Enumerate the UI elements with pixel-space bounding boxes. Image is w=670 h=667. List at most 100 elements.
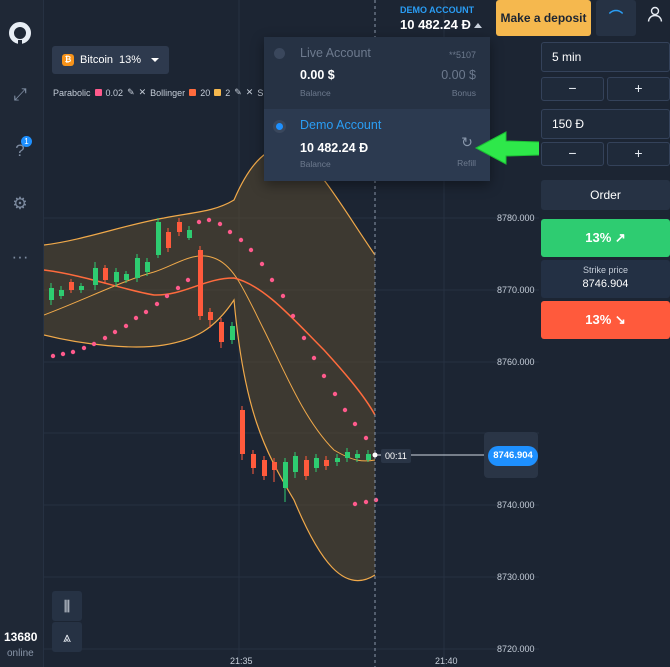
price-axis-label: 8760.000 [497,357,535,367]
deposit-button[interactable]: Make a deposit [496,0,591,36]
candle-body [219,322,224,342]
sar-dot [60,351,66,357]
candle-body [93,268,98,285]
sar-dot [301,335,307,341]
asset-payout: 13% [119,54,142,66]
candle-body [166,232,171,248]
candle-body [262,460,267,476]
call-button[interactable]: 13% ↗ [541,219,670,257]
sar-dot [352,421,358,427]
sar-dot [280,293,286,299]
amount-minus-button[interactable]: − [541,142,604,166]
trading-app: ⤢ ? 1 ⚙ ··· 13680 online ₿ Bitcoin 13% P… [0,0,670,667]
strike-label: Strike price [582,265,628,275]
sar-dot [332,391,338,397]
candle-body [251,454,256,468]
time-axis-label: 21:40 [435,656,458,666]
demo-account-option[interactable]: Demo Account 10 482.24 Đ Balance ↻ Refil… [264,109,490,181]
indicator-list: Parabolic 0.02 ✎ ✕ Bollinger 20 2 ✎ ✕ SM… [53,87,277,98]
trade-panel: 5 min − + 150 Đ − + Order 13% ↗ Strike p… [539,36,670,667]
duration-minus-button[interactable]: − [541,77,604,101]
account-name: Demo Account [300,118,382,132]
sar-dot [81,345,87,351]
price-axis-label: 8730.000 [497,572,535,582]
sar-dot [185,277,191,283]
sar-dot [91,341,97,347]
candle-body [79,286,84,290]
candle-body [345,452,350,458]
put-button[interactable]: 13% ↘ [541,301,670,339]
sar-dot [206,217,212,223]
bonus-label: Bonus [451,88,476,98]
indicator-value: 20 [200,87,211,98]
order-title: Order [541,180,670,210]
sar-dot [123,323,129,329]
sar-dot [311,355,317,361]
asset-selector[interactable]: ₿ Bitcoin 13% [52,46,170,74]
chart-type-icon[interactable]: ⫼ [52,591,82,621]
amount-plus-button[interactable]: + [607,142,670,166]
candle-body [283,462,288,488]
balance-label: Balance [300,88,331,98]
notifications-icon[interactable]: ⌒ [596,0,636,36]
close-icon[interactable]: ✕ [246,87,254,98]
bonus-value: 0.00 $ [441,68,476,82]
account-id: **5107 [448,50,476,60]
strike-value: 8746.904 [582,278,629,290]
settings-icon[interactable]: ⚙ [9,193,31,215]
close-icon[interactable]: ✕ [139,87,147,98]
expand-icon[interactable]: ⤢ [9,84,31,106]
indicator-name: Parabolic [53,87,91,98]
strike-price-box: Strike price 8746.904 [541,260,670,298]
candle-body [59,290,64,296]
candle-body [69,282,74,290]
logo[interactable] [9,22,31,45]
sar-dot [321,373,327,379]
sar-dot [102,335,108,341]
account-balance[interactable]: 10 482.24 Đ [400,17,471,32]
sar-dot [363,499,369,505]
edit-icon[interactable]: ✎ [234,87,242,98]
candle-body [272,462,277,470]
online-label: online [7,648,34,659]
chevron-down-icon [151,58,160,62]
sar-dot [373,497,379,503]
account-type-label[interactable]: DEMO ACCOUNT [400,5,474,15]
sar-dot [342,407,348,413]
chevron-up-icon[interactable] [474,23,482,28]
sar-dot [133,315,139,321]
price-axis-label: 8770.000 [497,285,535,295]
bitcoin-icon: ₿ [62,54,74,66]
indicator-value: 2 [225,87,231,98]
live-account-option[interactable]: Live Account **5107 0.00 $ 0.00 $ Balanc… [264,37,490,109]
candle-body [135,258,140,278]
candle-body [355,454,360,458]
left-sidebar: ⤢ ? 1 ⚙ ··· 13680 online [0,0,44,667]
sar-dot [238,237,244,243]
amount-input[interactable]: 150 Đ [541,109,670,139]
drawing-tools-icon[interactable]: ⩓ [52,622,82,652]
user-icon[interactable] [640,0,670,36]
radio-live[interactable] [274,48,285,59]
sar-dot [363,435,369,441]
sar-dot [290,313,296,319]
candle-body [366,454,371,460]
online-count: 13680 [4,630,38,644]
sar-dot [143,309,149,315]
color-swatch[interactable] [189,89,197,96]
edit-icon[interactable]: ✎ [127,87,135,98]
sar-dot [196,219,202,225]
color-swatch[interactable] [94,89,102,96]
color-swatch[interactable] [214,89,222,96]
account-dropdown: Live Account **5107 0.00 $ 0.00 $ Balanc… [264,37,490,181]
more-icon[interactable]: ··· [9,246,31,268]
current-price-badge: 8746.904 [488,446,538,466]
candle-body [335,458,340,462]
radio-demo[interactable] [273,120,286,133]
price-axis-label: 8720.000 [497,644,535,654]
duration-plus-button[interactable]: + [607,77,670,101]
indicator-name: Bollinger [150,87,186,98]
candle-body [304,460,309,476]
price-axis-label: 8740.000 [497,500,535,510]
duration-input[interactable]: 5 min [541,42,670,72]
